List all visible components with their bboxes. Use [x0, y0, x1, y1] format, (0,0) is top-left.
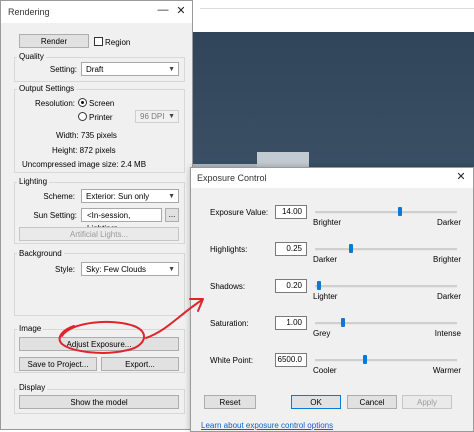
quality-group-label: Quality [17, 52, 46, 61]
region-checkbox[interactable] [94, 37, 103, 46]
minimize-icon[interactable]: — [155, 4, 171, 16]
close-icon[interactable]: ✕ [453, 170, 469, 183]
exposure-row-left-caption: Cooler [313, 366, 337, 375]
image-group-label: Image [17, 324, 44, 333]
adjust-exposure-button[interactable]: Adjust Exposure... [19, 337, 179, 351]
exposure-row-right-caption: Darker [436, 218, 461, 227]
background-style-dropdown[interactable]: Sky: Few Clouds ▼ [81, 262, 179, 276]
scheme-dropdown[interactable]: Exterior: Sun only ▼ [81, 189, 179, 203]
cancel-button[interactable]: Cancel [347, 395, 397, 409]
exposure-row-value-input[interactable]: 14.00 [275, 205, 307, 219]
dpi-value: 96 DPI [140, 112, 165, 121]
top-strip [193, 0, 474, 32]
reset-button[interactable]: Reset [204, 395, 256, 409]
chevron-down-icon: ▼ [168, 193, 175, 200]
exposure-row-slider-thumb[interactable] [349, 244, 353, 253]
exposure-row-label: Saturation: [210, 319, 249, 328]
sun-setting-field[interactable]: <In-session, Lighting> [81, 208, 162, 233]
screen-radio-label: Screen [89, 99, 115, 108]
quality-setting-label: Setting: [49, 65, 77, 74]
style-label: Style: [54, 265, 75, 274]
exposure-row-slider-track[interactable] [315, 359, 457, 362]
exposure-row-label: Exposure Value: [210, 208, 269, 217]
height-text: Height: 872 pixels [52, 146, 116, 155]
chevron-down-icon: ▼ [168, 266, 175, 273]
learn-exposure-link[interactable]: Learn about exposure control options [201, 421, 333, 430]
exposure-row-value-input[interactable]: 1.00 [275, 316, 307, 330]
image-size-text: Uncompressed image size: 2.4 MB [22, 160, 147, 169]
quality-setting-value: Draft [86, 65, 104, 74]
exposure-control-dialog: Exposure Control ✕ Exposure Value: 14.00 B… [190, 167, 474, 432]
rendering-dialog: Rendering — ✕ Render Region Quality Sett… [0, 0, 193, 430]
quality-setting-dropdown[interactable]: Draft ▼ [81, 62, 179, 76]
background-style-value: Sky: Few Clouds [86, 265, 147, 274]
scheme-value: Exterior: Sun only [86, 192, 150, 201]
exposure-row-label: White Point: [210, 356, 254, 365]
exposure-row-value-input[interactable]: 0.25 [275, 242, 307, 256]
exposure-row-right-caption: Intense [434, 329, 461, 338]
exposure-row-slider-thumb[interactable] [363, 355, 367, 364]
sun-setting-more-button[interactable]: ... [165, 208, 179, 222]
close-icon[interactable]: ✕ [173, 4, 189, 17]
exposure-row-left-caption: Lighter [313, 292, 338, 301]
apply-button[interactable]: Apply [402, 395, 452, 409]
show-the-model-button[interactable]: Show the model [19, 395, 179, 409]
artificial-lights-button[interactable]: Artificial Lights... [19, 227, 179, 241]
divider [200, 8, 474, 9]
exposure-row-right-caption: Darker [436, 292, 461, 301]
exposure-row-label: Shadows: [210, 282, 246, 291]
printer-radio[interactable] [78, 112, 87, 121]
render-button[interactable]: Render [19, 34, 89, 48]
screen-radio[interactable] [78, 98, 87, 107]
chevron-down-icon: ▼ [168, 113, 175, 120]
ok-button[interactable]: OK [291, 395, 341, 409]
background-group-label: Background [17, 249, 64, 258]
exposure-row-value-input[interactable]: 0.20 [275, 279, 307, 293]
width-text: Width: 735 pixels [56, 131, 117, 140]
exposure-row-value-input[interactable]: 6500.0 [275, 353, 307, 367]
sun-setting-label: Sun Setting: [33, 211, 77, 220]
rendering-titlebar: Rendering — ✕ [1, 1, 192, 23]
resolution-label: Resolution: [34, 99, 75, 108]
exposure-row-right-caption: Brighter [432, 255, 461, 264]
exposure-row-slider-track[interactable] [315, 285, 457, 288]
exposure-row-left-caption: Grey [313, 329, 331, 338]
exposure-row-left-caption: Darker [313, 255, 338, 264]
dpi-dropdown[interactable]: 96 DPI ▼ [135, 110, 179, 123]
rendering-title: Rendering [8, 7, 50, 17]
region-label: Region [105, 38, 131, 47]
chevron-down-icon: ▼ [168, 66, 175, 73]
lighting-group-label: Lighting [17, 177, 50, 186]
scheme-label: Scheme: [43, 192, 75, 201]
exposure-row-right-caption: Warmer [432, 366, 461, 375]
exposure-row-slider-thumb[interactable] [317, 281, 321, 290]
exposure-row-slider-track[interactable] [315, 322, 457, 325]
display-group-label: Display [17, 383, 48, 392]
exposure-titlebar: Exposure Control ✕ [191, 168, 473, 188]
exposure-row-slider-track[interactable] [315, 248, 457, 251]
exposure-row-slider-thumb[interactable] [398, 207, 402, 216]
save-to-project-button[interactable]: Save to Project... [19, 357, 97, 371]
exposure-row-label: Highlights: [210, 245, 248, 254]
exposure-row-slider-thumb[interactable] [341, 318, 345, 327]
exposure-row-slider-track[interactable] [315, 211, 457, 214]
exposure-row-left-caption: Brighter [313, 218, 342, 227]
export-button[interactable]: Export... [101, 357, 179, 371]
printer-radio-label: Printer [89, 113, 113, 122]
exposure-title: Exposure Control [197, 173, 267, 183]
output-settings-group-label: Output Settings [17, 84, 77, 93]
